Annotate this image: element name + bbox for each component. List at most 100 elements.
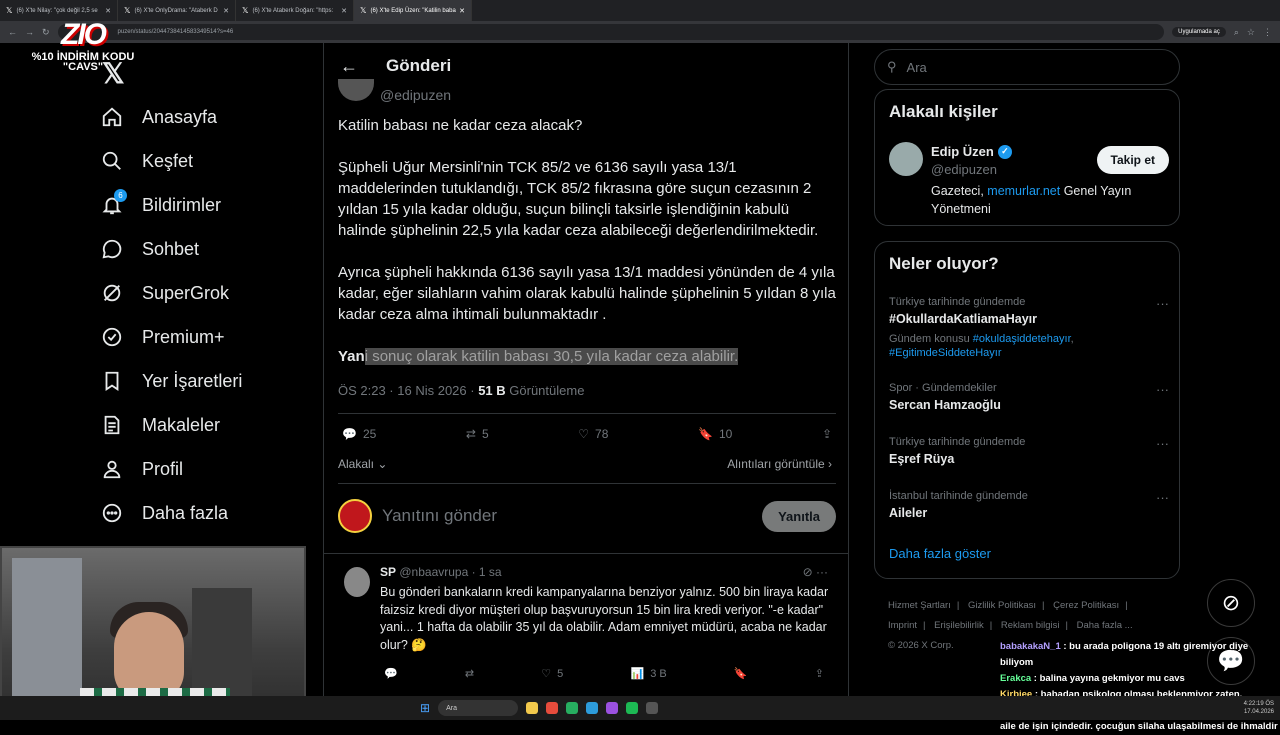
more-options-icon[interactable]: ··· — [1156, 490, 1169, 505]
commenter-handle[interactable]: @nbaavrupa · 1 sa — [399, 565, 501, 579]
nav-item-notifications[interactable]: 6 Bildirimler — [92, 183, 242, 227]
footer-separator: | — [989, 620, 993, 631]
footer-separator: | — [923, 620, 926, 631]
my-avatar[interactable] — [338, 499, 372, 533]
share-icon[interactable]: ⇪ — [815, 667, 824, 680]
repost-icon[interactable]: ⇄ — [465, 667, 474, 680]
commenter-name[interactable]: SP — [380, 565, 396, 579]
nav-item-more[interactable]: Daha fazla — [92, 491, 242, 535]
person-name[interactable]: Edip Üzen — [931, 144, 994, 159]
author-handle[interactable]: @edipuzen — [380, 87, 451, 103]
nav-label: Bildirimler — [142, 194, 222, 215]
more-options-icon[interactable]: ··· — [1156, 296, 1169, 311]
file-explorer-icon[interactable] — [526, 702, 539, 714]
nav-item-explore[interactable]: Keşfet — [92, 139, 242, 183]
open-in-app-button[interactable]: Uygulamada aç — [1172, 27, 1226, 37]
reply-icon[interactable]: 💬 — [384, 667, 398, 680]
chrome-icon[interactable] — [566, 702, 579, 714]
bio-link[interactable]: memurlar.net — [987, 184, 1060, 198]
trend-name: Aileler — [889, 506, 928, 520]
star-icon[interactable]: ☆ — [1247, 27, 1255, 38]
footer-separator: | — [1042, 600, 1045, 611]
chat-icon — [100, 237, 124, 261]
like-button[interactable]: ♡ 78 — [578, 427, 608, 441]
stream-overlay-logo: ZIO %10 İNDİRİM KODU "CAVS" — [28, 18, 138, 73]
app-icon[interactable] — [546, 702, 559, 714]
close-icon[interactable]: ✕ — [105, 7, 111, 15]
related-dropdown[interactable]: Alakalı ⌄ — [338, 457, 387, 471]
x-favicon-icon: 𝕏 — [124, 6, 131, 15]
chat-user: babakakaN_1 — [1000, 641, 1061, 652]
author-avatar[interactable] — [338, 79, 374, 101]
like-count: 78 — [595, 427, 609, 441]
like-button[interactable]: ♡ 5 — [541, 667, 564, 681]
footer-link[interactable]: Çerez Politikası — [1053, 600, 1119, 611]
related-row: Alakalı ⌄ Alıntıları görüntüle › — [338, 457, 832, 471]
footer-link[interactable]: Daha fazla ... — [1077, 620, 1133, 631]
app-icon[interactable] — [586, 702, 599, 714]
trend-item[interactable]: Türkiye tarihinde gündemde Eşref Rüya ··… — [889, 436, 1169, 466]
repost-button[interactable]: ⇄ 5 — [466, 427, 489, 441]
taskbar-search-label: Ara — [446, 704, 457, 712]
taskbar-search[interactable]: Ara — [438, 700, 519, 716]
trend-item[interactable]: Spor · Gündemdekiler Sercan Hamzaoğlu ··… — [889, 382, 1169, 412]
view-quotes-link[interactable]: Alıntıları görüntüle › — [727, 457, 832, 471]
nav-label: Daha fazla — [142, 502, 229, 523]
trend-item[interactable]: İstanbul tarihinde gündemde Aileler ··· — [889, 490, 1169, 520]
bookmark-button[interactable]: 🔖 10 — [698, 427, 732, 441]
grok-icon[interactable]: ⊘ — [803, 565, 813, 579]
close-icon[interactable]: ✕ — [341, 7, 347, 15]
more-options-icon[interactable]: ··· — [1156, 436, 1169, 451]
nav-item-bookmarks[interactable]: Yer İşaretleri — [92, 359, 242, 403]
grok-fab-button[interactable]: ⊘ — [1207, 579, 1255, 627]
post-time[interactable]: ÖS 2:23 · 16 Nis 2026 · — [338, 383, 478, 398]
more-options-icon[interactable]: ··· — [816, 565, 828, 579]
nav-item-premium[interactable]: Premium+ — [92, 315, 242, 359]
browser-tab-active[interactable]: 𝕏 (6) X'te Edip Üzen: "Katilin baba ✕ — [354, 0, 472, 21]
zoom-icon[interactable]: ⌕ — [1234, 27, 1239, 38]
hashtag-link[interactable]: #EgitimdeSiddeteHayır — [889, 347, 1002, 359]
webcam-overlay — [0, 546, 306, 720]
taskbar-clock[interactable]: 4:22:19 ÖS 17.04.2026 — [1244, 700, 1274, 716]
menu-icon[interactable]: ⋮ — [1263, 27, 1272, 38]
bookmark-icon[interactable]: 🔖 — [734, 667, 748, 680]
commenter-avatar[interactable] — [344, 567, 370, 597]
avatar[interactable] — [889, 142, 923, 176]
follow-button[interactable]: Takip et — [1096, 146, 1169, 174]
footer-link[interactable]: Imprint — [888, 620, 917, 631]
app-icon[interactable] — [606, 702, 619, 714]
comment-header: SP @nbaavrupa · 1 sa — [380, 565, 502, 579]
footer-link[interactable]: Reklam bilgisi — [1001, 620, 1060, 631]
reply-submit-button[interactable]: Yanıtla — [762, 500, 836, 532]
more-options-icon[interactable]: ··· — [1156, 382, 1169, 397]
windows-start-icon[interactable]: ⊞ — [420, 701, 430, 715]
search-input[interactable]: ⚲ Ara — [874, 49, 1180, 85]
nav-item-profile[interactable]: Profil — [92, 447, 242, 491]
url-field[interactable]: puzen/status/2044738414583349514?s=46 — [57, 24, 1165, 40]
post-paragraph: Şüpheli Uğur Mersinli'nin TCK 85/2 ve 61… — [338, 159, 819, 239]
back-arrow-icon[interactable]: ← — [8, 27, 17, 37]
nav-item-articles[interactable]: Makaleler — [92, 403, 242, 447]
like-count: 5 — [557, 667, 564, 680]
back-arrow-icon[interactable]: ← — [340, 56, 358, 77]
spotify-icon[interactable] — [626, 702, 639, 714]
reply-input[interactable]: Yanıtını gönder — [382, 506, 752, 526]
share-button[interactable]: ⇪ — [822, 427, 832, 441]
footer-link[interactable]: Erişilebilirlik — [934, 620, 984, 631]
reply-button[interactable]: 💬 25 — [342, 427, 376, 441]
hashtag-link[interactable]: #okuldaşiddetehayır — [973, 333, 1071, 345]
comment-text: Bu gönderi bankaların kredi kampanyaları… — [380, 585, 829, 652]
views-button[interactable]: 📊 3 B — [630, 667, 666, 681]
nav-item-home[interactable]: Anasayfa — [92, 95, 242, 139]
close-icon[interactable]: ✕ — [223, 7, 229, 15]
browser-tab[interactable]: 𝕏 (6) X'te Ataberk Doğan: "https: ✕ — [236, 0, 354, 21]
show-more-link[interactable]: Daha fazla göster — [889, 546, 991, 561]
nav-item-chat[interactable]: Sohbet — [92, 227, 242, 271]
app-icon[interactable] — [646, 702, 659, 714]
nav-item-supergrok[interactable]: SuperGrok — [92, 271, 242, 315]
footer-link[interactable]: Hizmet Şartları — [888, 600, 951, 611]
trend-item[interactable]: Türkiye tarihinde gündemde #OkullardaKat… — [889, 296, 1169, 360]
overlay-logo-text: ZIO — [61, 18, 107, 51]
close-icon[interactable]: ✕ — [459, 7, 465, 15]
footer-link[interactable]: Gizlilik Politikası — [968, 600, 1036, 611]
